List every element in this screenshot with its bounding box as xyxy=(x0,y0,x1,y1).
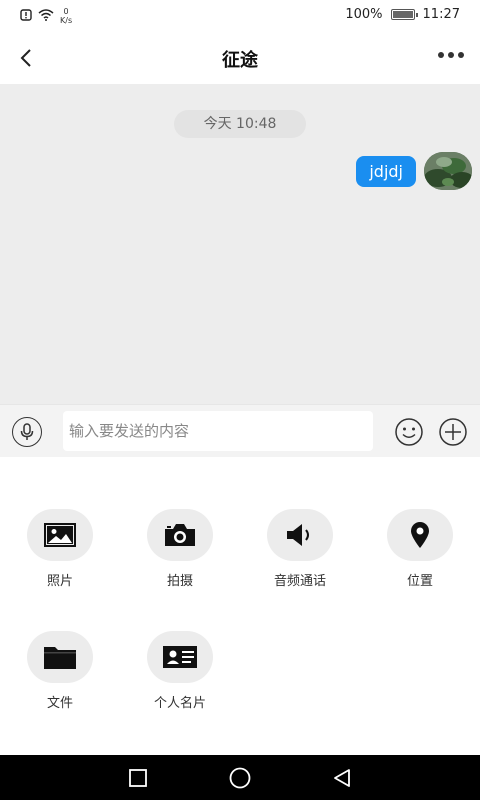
smiley-icon xyxy=(395,418,423,446)
network-speed-unit: K/s xyxy=(60,15,73,25)
location-pin-icon xyxy=(411,522,429,548)
attachment-panel: 照片 拍摄 音频通话 位置 文件 个人名片 xyxy=(0,457,480,755)
tool-audio-call-circle[interactable] xyxy=(267,509,333,561)
more-dot-icon xyxy=(438,52,444,58)
tool-photo[interactable]: 照片 xyxy=(0,509,120,589)
tool-contact-card-label: 个人名片 xyxy=(153,696,206,711)
battery-icon xyxy=(390,9,418,20)
network-speed: 0 K/s xyxy=(60,7,72,25)
triangle-back-icon xyxy=(334,769,350,787)
tool-location-label: 位置 xyxy=(406,574,433,589)
tool-location[interactable]: 位置 xyxy=(360,509,480,589)
add-button[interactable] xyxy=(438,417,468,447)
input-bar xyxy=(0,404,480,457)
camera-icon xyxy=(165,524,195,546)
contact-card-icon xyxy=(163,646,197,668)
speaker-icon xyxy=(287,524,309,546)
page-title: 征途 xyxy=(222,50,258,71)
status-time: 11:27 xyxy=(422,7,460,22)
tool-camera-circle[interactable] xyxy=(147,509,213,561)
home-button[interactable] xyxy=(229,767,251,789)
tool-contact-card[interactable]: 个人名片 xyxy=(120,631,240,711)
tool-photo-circle[interactable] xyxy=(27,509,93,561)
tool-contact-card-circle[interactable] xyxy=(147,631,213,683)
more-dot-icon xyxy=(448,52,454,58)
message-row: jdjdj xyxy=(356,152,472,190)
square-icon xyxy=(129,769,147,787)
tool-photo-label: 照片 xyxy=(46,574,73,589)
microphone-icon xyxy=(20,423,34,440)
back-nav-button[interactable] xyxy=(331,767,353,789)
avatar[interactable] xyxy=(424,152,472,190)
system-nav-bar xyxy=(0,755,480,800)
message-input[interactable] xyxy=(63,411,373,451)
recent-apps-button[interactable] xyxy=(127,767,149,789)
circle-icon xyxy=(229,767,251,789)
network-speed-value: 0 xyxy=(63,6,69,16)
folder-icon xyxy=(44,647,76,669)
wifi-icon xyxy=(38,6,54,25)
battery-percent: 100% xyxy=(345,7,383,22)
tool-file-label: 文件 xyxy=(46,696,73,711)
plus-circle-icon xyxy=(439,418,467,446)
chat-area[interactable]: 今天 10:48 jdjdj xyxy=(0,84,480,404)
tool-audio-call-label: 音频通话 xyxy=(273,574,326,589)
header: 征途 xyxy=(0,32,480,84)
tool-audio-call[interactable]: 音频通话 xyxy=(240,509,360,589)
more-options-button[interactable] xyxy=(438,52,464,58)
tool-camera[interactable]: 拍摄 xyxy=(120,509,240,589)
tool-camera-label: 拍摄 xyxy=(166,574,193,589)
chat-timestamp: 今天 10:48 xyxy=(174,110,306,138)
alert-icon xyxy=(20,6,32,25)
tool-location-circle[interactable] xyxy=(387,509,453,561)
tool-file[interactable]: 文件 xyxy=(0,631,120,711)
image-icon xyxy=(44,523,76,547)
emoji-button[interactable] xyxy=(394,417,424,447)
tool-file-circle[interactable] xyxy=(27,631,93,683)
message-bubble[interactable]: jdjdj xyxy=(356,156,416,187)
more-dot-icon xyxy=(458,52,464,58)
status-bar: 0 K/s 100% 11:27 xyxy=(0,0,480,32)
voice-button[interactable] xyxy=(12,417,42,447)
